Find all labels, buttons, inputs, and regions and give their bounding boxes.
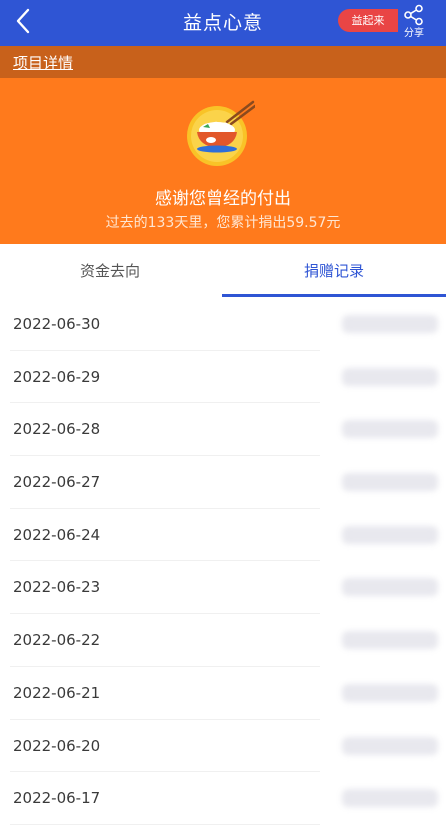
record-date: 2022-06-23 [13,578,101,597]
tab-fund-destination[interactable]: 资金去向 [0,244,220,298]
blurred-amount [342,525,438,544]
blurred-amount [342,683,438,702]
thanks-text: 感谢您曾经的付出 [155,189,291,209]
list-item[interactable]: 2022-06-30 [10,298,438,351]
thanks-banner: 感谢您曾经的付出 过去的133天里，您累计捐出59.57元 [0,78,446,244]
record-date: 2022-06-29 [13,367,101,386]
list-item[interactable]: 2022-06-27 [10,456,438,509]
donation-summary: 过去的133天里，您累计捐出59.57元 [105,215,341,231]
blurred-amount [342,473,438,492]
chevron-left-icon [15,8,31,38]
top-bar: 益点心意 益起来 分享 [0,0,446,46]
blurred-amount [342,789,438,808]
blurred-amount [342,315,438,333]
record-date: 2022-06-28 [13,420,101,439]
list-item[interactable]: 2022-06-24 [10,509,438,562]
blurred-amount [342,367,438,386]
share-icon [400,4,428,26]
active-tab-indicator [222,294,446,297]
blurred-amount [342,420,438,439]
detail-strip: 项目详情 [0,46,446,78]
tab-donation-records[interactable]: 捐赠记录 [222,244,446,298]
blurred-amount [342,578,438,597]
record-date: 2022-06-21 [13,683,101,702]
back-button[interactable] [6,6,40,40]
record-date: 2022-06-17 [13,789,101,808]
rice-bowl-icon [183,100,257,166]
record-date: 2022-06-27 [13,473,101,492]
tab-bar: 资金去向 捐赠记录 [0,244,446,298]
blurred-amount [342,736,438,755]
list-item[interactable]: 2022-06-21 [10,667,438,720]
list-item[interactable]: 2022-06-20 [10,720,438,773]
donation-record-list: 2022-06-30 2022-06-29 2022-06-28 2022-06-27… [0,298,446,825]
share-button[interactable]: 分享 [400,2,428,44]
list-item[interactable]: 2022-06-29 [10,351,438,404]
blurred-amount [342,631,438,650]
record-date: 2022-06-24 [13,525,101,544]
list-item[interactable]: 2022-06-17 [10,772,438,825]
record-date: 2022-06-20 [13,736,101,755]
yiqilai-button[interactable]: 益起来 [338,9,398,32]
record-date: 2022-06-30 [13,315,101,333]
record-date: 2022-06-22 [13,631,101,650]
project-detail-link[interactable]: 项目详情 [13,52,73,73]
list-item[interactable]: 2022-06-23 [10,561,438,615]
share-label: 分享 [404,28,424,39]
list-item[interactable]: 2022-06-28 [10,403,438,457]
list-item[interactable]: 2022-06-22 [10,614,438,667]
